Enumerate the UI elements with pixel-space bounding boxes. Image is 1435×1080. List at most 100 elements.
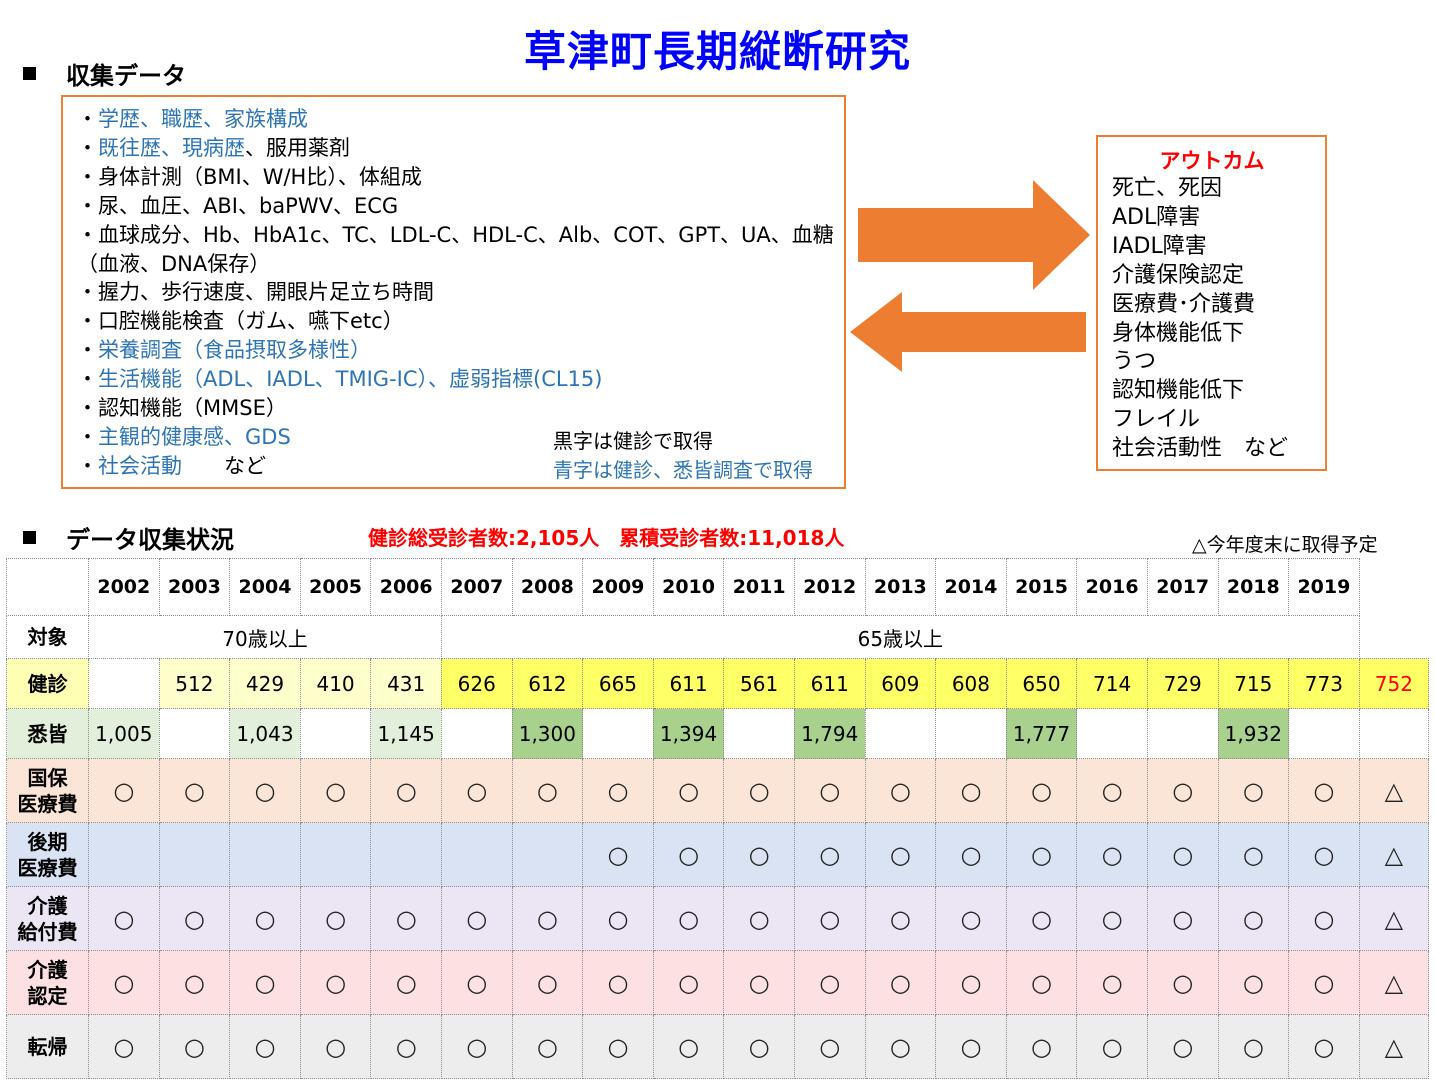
available-circle-icon: ○ xyxy=(183,776,205,805)
outcome-box: アウトカム 死亡、死因 ADL障害 IADL障害 介護保険認定 医療費･介護費 身体機能低… xyxy=(1096,135,1327,471)
status-mark-cell: ○ xyxy=(370,1014,442,1079)
checkup-cell: 773 xyxy=(1288,658,1360,709)
checkup-cell: 608 xyxy=(935,658,1007,709)
available-circle-icon: ○ xyxy=(1313,968,1335,997)
status-mark-cell: ○ xyxy=(723,1014,795,1079)
page-title: 草津町長期縦断研究 xyxy=(523,27,911,76)
participant-totals: 健診総受診者数:2,105人 累積受診者数:11,018人 xyxy=(368,526,845,550)
status-mark-cell: ○ xyxy=(935,822,1007,887)
item-text: 栄養調査（食品摂取多様性） xyxy=(98,338,371,363)
year-header-cell: 2018 xyxy=(1217,558,1290,616)
row-label-line: 医療費 xyxy=(17,855,78,880)
checkup-cell: 429 xyxy=(229,658,301,709)
year-header-cell: 2010 xyxy=(652,558,725,616)
status-mark-cell xyxy=(299,822,372,887)
planned-triangle-icon: △ xyxy=(1384,904,1404,933)
available-circle-icon: ○ xyxy=(536,904,558,933)
checkup-cell: 715 xyxy=(1217,658,1290,709)
target-group-70: 70歳以上 xyxy=(88,615,442,659)
status-mark-cell: ○ xyxy=(723,950,795,1015)
item-text: ・血球成分、Hb、HbA1c、TC、LDL-C、HDL-C、Alb、COT、GP… xyxy=(77,222,834,247)
outcome-item: 介護保険認定 xyxy=(1112,262,1245,288)
checkup-cell: 650 xyxy=(1005,658,1078,709)
status-mark-cell: ○ xyxy=(1076,886,1148,951)
status-mark-cell: ○ xyxy=(1217,1014,1290,1079)
status-mark-cell: ○ xyxy=(88,886,160,951)
available-circle-icon: ○ xyxy=(889,1032,911,1061)
status-mark-cell: ○ xyxy=(1076,950,1148,1015)
status-mark-cell: ○ xyxy=(1005,950,1078,1015)
data-source-row: 介護 認定 ○ ○ ○ ○ ○ ○ ○ ○ ○ ○ ○ ○ ○ ○ ○ ○ ○ ○ △ xyxy=(6,950,1430,1015)
status-mark-cell: ○ xyxy=(1288,758,1360,823)
status-mark-cell: ○ xyxy=(935,886,1007,951)
status-mark-cell: ○ xyxy=(158,886,231,951)
status-mark-cell: ○ xyxy=(652,1014,725,1079)
available-circle-icon: ○ xyxy=(1313,1032,1335,1061)
item-text: ・身体計測（BMI、W/H比）、体組成 xyxy=(77,164,422,189)
year-header-cell: 2007 xyxy=(440,558,513,616)
row-label-line: 介護 xyxy=(27,893,68,918)
status-mark-cell: ○ xyxy=(723,758,795,823)
available-circle-icon: ○ xyxy=(325,776,347,805)
status-mark-cell: ○ xyxy=(723,886,795,951)
outcome-item: 社会活動性 など xyxy=(1112,436,1289,462)
available-circle-icon: ○ xyxy=(607,1032,629,1061)
status-mark-cell: ○ xyxy=(440,758,513,823)
item-text: ・ xyxy=(77,135,98,160)
collected-data-item: （血液、DNA保存） xyxy=(77,250,844,279)
available-circle-icon: ○ xyxy=(889,776,911,805)
collected-data-item: ・身体計測（BMI、W/H比）、体組成 xyxy=(77,163,844,192)
available-circle-icon: ○ xyxy=(1172,904,1194,933)
status-mark-cell: ○ xyxy=(1217,886,1290,951)
collected-data-item: ・尿、血圧、ABI、baPWV、ECG xyxy=(77,192,844,221)
status-mark-cell: ○ xyxy=(1217,950,1290,1015)
status-mark-cell: ○ xyxy=(1288,1014,1360,1079)
year-header-cell: 2011 xyxy=(723,558,795,616)
item-text: 、服用薬剤 xyxy=(245,135,350,160)
data-source-row: 国保 医療費 ○ ○ ○ ○ ○ ○ ○ ○ ○ ○ ○ ○ ○ ○ ○ ○ ○ ○ △ xyxy=(6,758,1430,823)
available-circle-icon: ○ xyxy=(1172,1032,1194,1061)
survey-cell xyxy=(935,708,1007,759)
status-mark-cell: ○ xyxy=(864,886,937,951)
color-legend: 黒字は健診で取得 青字は健診、悉皆調査で取得 xyxy=(553,427,813,485)
status-mark-cell xyxy=(511,822,584,887)
available-circle-icon: ○ xyxy=(1242,840,1264,869)
status-heading: データ収集状況 xyxy=(23,520,234,555)
status-mark-cell: ○ xyxy=(1005,1014,1078,1079)
available-circle-icon: ○ xyxy=(819,776,841,805)
row-label: 健診 xyxy=(6,658,89,709)
status-mark-cell: ○ xyxy=(158,758,231,823)
collected-data-item: ・学歴、職歴、家族構成 xyxy=(77,105,844,134)
available-circle-icon: ○ xyxy=(748,840,770,869)
target-row: 対象 70歳以上 65歳以上 xyxy=(6,615,1429,659)
row-label-line: 介護 xyxy=(27,957,68,982)
available-circle-icon: ○ xyxy=(1313,776,1335,805)
survey-cell xyxy=(1146,708,1219,759)
status-mark-cell: ○ xyxy=(1076,822,1148,887)
available-circle-icon: ○ xyxy=(113,968,135,997)
status-mark-cell: ○ xyxy=(370,758,442,823)
status-mark-cell: ○ xyxy=(864,1014,937,1079)
item-text: ・ xyxy=(77,338,98,363)
outcome-item: 認知機能低下 xyxy=(1112,378,1245,404)
outcome-title: アウトカム xyxy=(1159,149,1265,173)
status-mark-cell: ○ xyxy=(299,758,372,823)
row-label: 対象 xyxy=(6,615,89,659)
status-mark-cell: △ xyxy=(1358,758,1430,823)
available-circle-icon: ○ xyxy=(1101,904,1123,933)
collected-data-item: ・血球成分、Hb、HbA1c、TC、LDL-C、HDL-C、Alb、COT、GP… xyxy=(77,221,844,250)
available-circle-icon: ○ xyxy=(960,904,982,933)
outcome-list: 死亡、死因 ADL障害 IADL障害 介護保険認定 医療費･介護費 身体機能低下 うつ 認知機… xyxy=(1112,175,1325,464)
status-mark-cell: ○ xyxy=(88,1014,160,1079)
available-circle-icon: ○ xyxy=(1031,968,1052,997)
available-circle-icon: ○ xyxy=(819,904,841,933)
status-mark-cell: ○ xyxy=(440,950,513,1015)
available-circle-icon: ○ xyxy=(325,1032,347,1061)
item-text: ・ xyxy=(77,453,98,478)
survey-cell: 1,300 xyxy=(511,708,584,759)
available-circle-icon: ○ xyxy=(1172,776,1194,805)
status-mark-cell: ○ xyxy=(1005,758,1078,823)
available-circle-icon: ○ xyxy=(113,776,135,805)
survey-cell: 1,145 xyxy=(370,708,442,759)
survey-cell: 1,794 xyxy=(793,708,866,759)
